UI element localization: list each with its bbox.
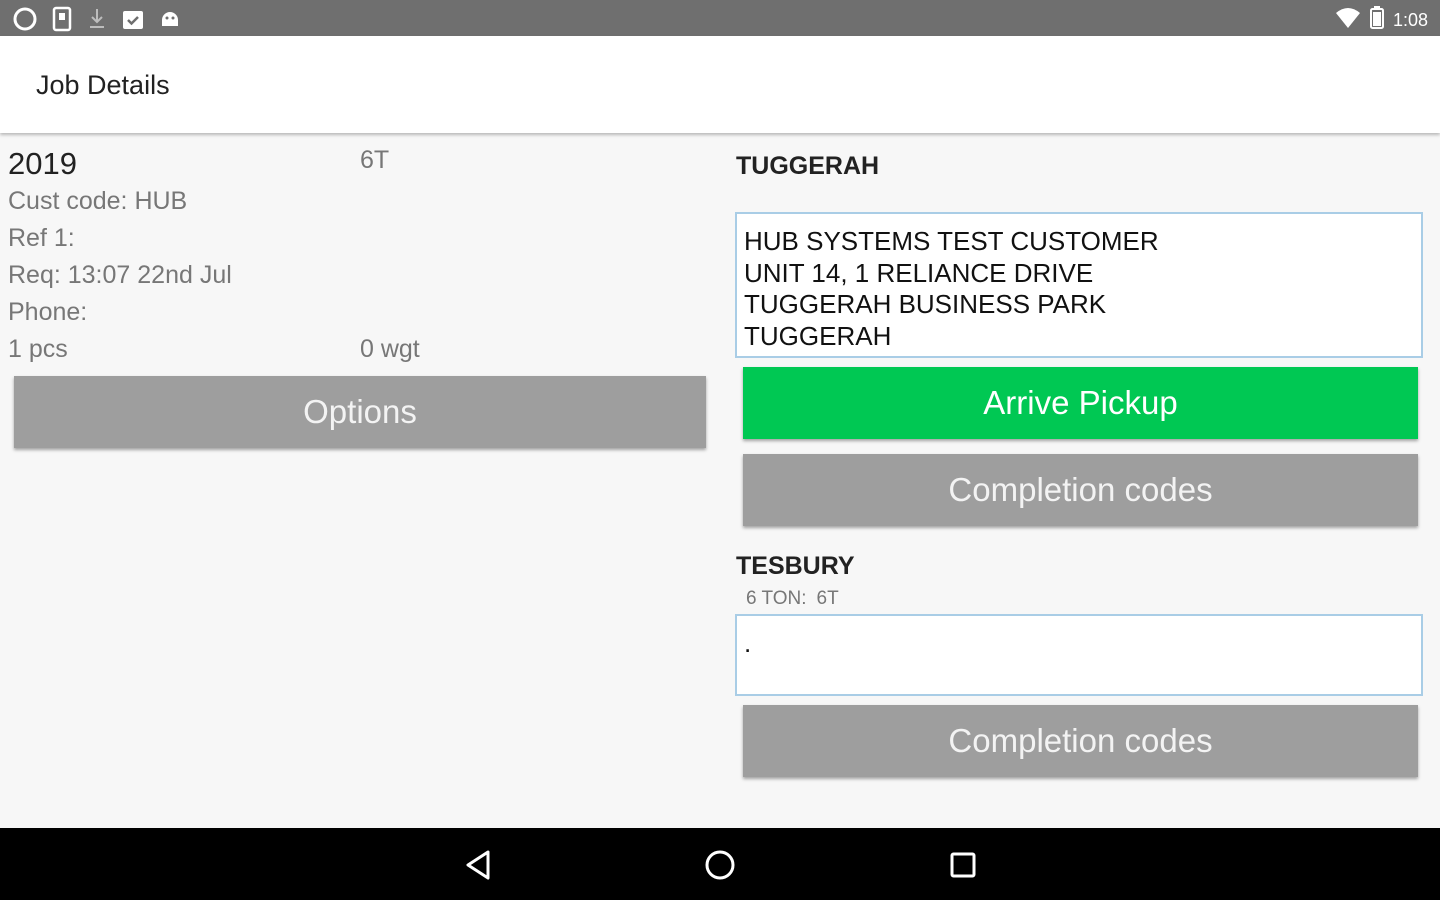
clipboard-check-icon: [120, 6, 146, 37]
wifi-icon: [1335, 6, 1361, 35]
address-line: TUGGERAH BUSINESS PARK: [744, 289, 1107, 319]
cust-code-row: Cust code: HUB: [8, 187, 708, 224]
status-bar: 1:08: [0, 0, 1440, 36]
options-button[interactable]: Options: [14, 376, 706, 448]
delivery-vehicle-info: 6 TON: 6T: [746, 588, 849, 610]
req-row: Req: 13:07 22nd Jul: [8, 261, 708, 298]
circle-notification-icon: [12, 6, 38, 37]
pickup-location-title: TUGGERAH: [736, 152, 880, 180]
app-bar: Job Details: [0, 36, 1440, 133]
weight-value: 0 wgt: [360, 335, 420, 363]
home-icon[interactable]: [703, 848, 737, 882]
address-line: HUB SYSTEMS TEST CUSTOMER: [744, 226, 1159, 256]
job-summary: 2019 6T Cust code: HUB Ref 1: Req: 13:07…: [8, 146, 708, 372]
address-line: TUGGERAH: [744, 320, 892, 351]
ref-row: Ref 1:: [8, 224, 708, 261]
phone-label: Phone:: [8, 298, 88, 326]
req-time: Req: 13:07 22nd Jul: [8, 261, 232, 289]
android-icon: [158, 6, 182, 37]
arrive-pickup-button[interactable]: Arrive Pickup: [743, 367, 1418, 439]
delivery-completion-codes-button[interactable]: Completion codes: [743, 705, 1418, 777]
pieces-row: 1 pcs 0 wgt: [8, 335, 708, 372]
delivery-location-title: TESBURY: [736, 552, 855, 580]
battery-icon: [1369, 6, 1385, 35]
notification-icons: [12, 6, 182, 37]
pickup-address-box[interactable]: HUB SYSTEMS TEST CUSTOMER UNIT 14, 1 REL…: [735, 212, 1423, 358]
phone-notification-icon: [50, 6, 74, 37]
recents-icon[interactable]: [946, 848, 980, 882]
cust-code: Cust code: HUB: [8, 187, 188, 215]
clock: 1:08: [1392, 10, 1428, 30]
page-title: Job Details: [36, 70, 170, 100]
system-icons: 1:08: [1335, 6, 1428, 35]
download-icon: [86, 6, 108, 37]
job-number-row: 2019 6T: [8, 146, 708, 183]
vehicle-code: 6T: [360, 146, 390, 174]
pieces-count: 1 pcs: [8, 335, 68, 363]
job-number: 2019: [8, 146, 77, 181]
phone-row: Phone:: [8, 298, 708, 335]
navigation-bar: [0, 828, 1440, 900]
vehicle-type: 6 TON:: [746, 588, 807, 609]
ref-label: Ref 1:: [8, 224, 75, 252]
delivery-address-box[interactable]: .: [735, 614, 1423, 696]
address-line: UNIT 14, 1 RELIANCE DRIVE: [744, 257, 1094, 288]
back-icon[interactable]: [461, 848, 495, 882]
pickup-completion-codes-button[interactable]: Completion codes: [743, 454, 1418, 526]
delivery-box-text: .: [744, 628, 752, 658]
vehicle-code: 6T: [816, 588, 839, 609]
